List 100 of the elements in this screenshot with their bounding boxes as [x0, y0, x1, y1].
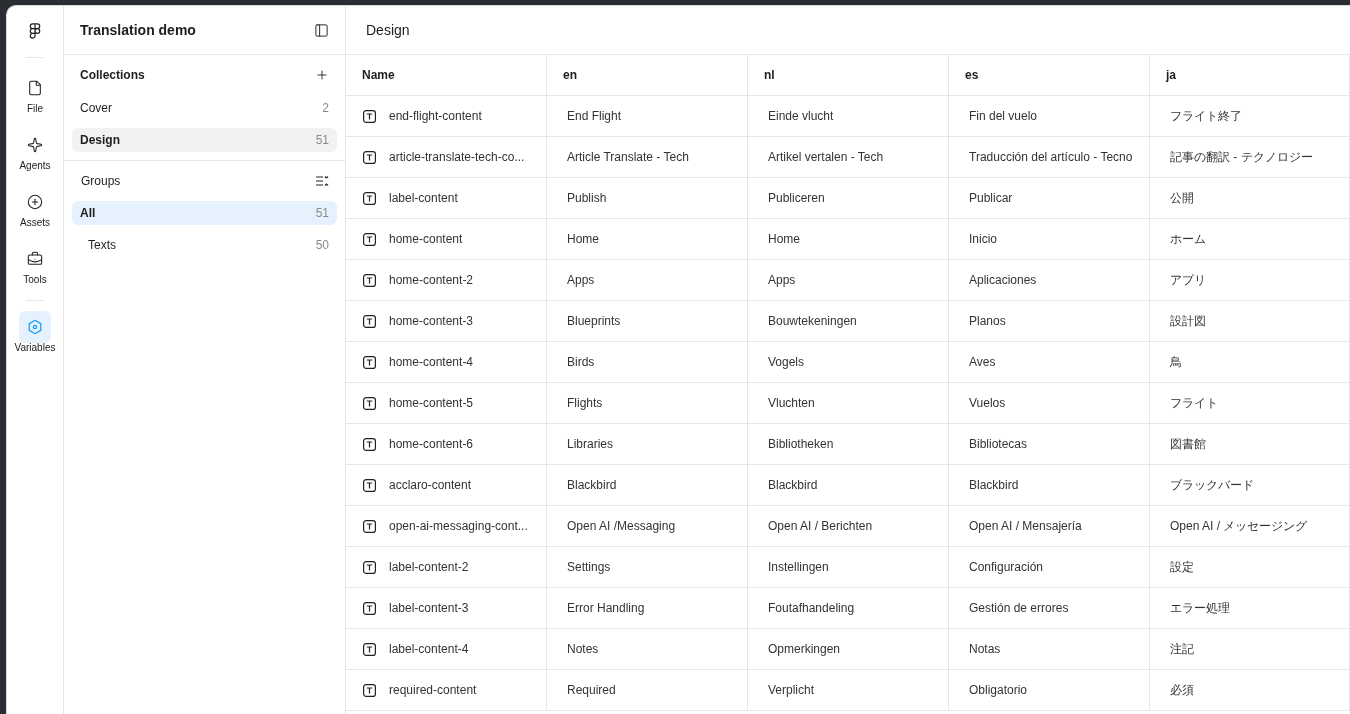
table-cell-text: エラー処理 [1170, 600, 1230, 617]
sidebar-toggle-icon[interactable] [314, 22, 329, 38]
table-cell-text: label-content-3 [389, 600, 469, 617]
rail-label: Variables [14, 341, 56, 355]
group-item[interactable]: Texts 50 [72, 233, 337, 257]
text-type-icon [363, 560, 376, 574]
table-cell-text: Apps [567, 272, 595, 289]
table-cell-text: Foutafhandeling [768, 600, 855, 617]
text-type-icon [363, 437, 376, 451]
table-cell-text: Publish [567, 190, 607, 207]
table-cell-text: 必須 [1170, 682, 1194, 699]
table-cell-text: home-content-3 [389, 313, 474, 330]
table-cell-text: end-flight-content [389, 108, 482, 125]
text-type-icon [363, 191, 376, 205]
table-cell-text: Aves [969, 354, 996, 371]
table-cell-text: label-content-4 [389, 641, 469, 658]
column-header: en [547, 55, 748, 96]
table-cell-text: Required [567, 682, 616, 699]
table-cell-text: Blackbird [567, 477, 617, 494]
rail-label: Tools [23, 273, 47, 287]
table-cell-text: 公開 [1170, 190, 1194, 207]
text-type-icon [363, 642, 376, 656]
table-cell-text: Opmerkingen [768, 641, 841, 658]
table-cell-text: Gestión de errores [969, 600, 1069, 617]
table-cell-text: acclaro-content [389, 477, 472, 494]
table-cell-text: label-content [389, 190, 458, 207]
table-cell-text: Home [768, 231, 800, 248]
table-cell-text: Publiceren [768, 190, 825, 207]
table-cell-text: Open AI /Messaging [567, 518, 676, 535]
table-cell-text: 注記 [1170, 641, 1194, 658]
collection-label: Cover [80, 100, 112, 117]
table-cell-text: Blackbird [969, 477, 1019, 494]
collection-item[interactable]: Cover 2 [72, 96, 337, 120]
table-cell-text: Bouwtekeningen [768, 313, 857, 330]
table-cell-text: home-content [389, 231, 463, 248]
table-cell-text: Vuelos [969, 395, 1006, 412]
collection-count: 2 [322, 100, 329, 117]
collection-label: Design [80, 132, 120, 149]
table-cell-text: Artikel vertalen - Tech [768, 149, 884, 166]
rail-label: File [26, 102, 44, 116]
file-title: Translation demo [80, 20, 196, 40]
table-cell-text: Bibliotheken [768, 436, 834, 453]
table-cell-text: home-content-6 [389, 436, 474, 453]
group-item[interactable]: All 51 [72, 201, 337, 225]
table-cell-text: Apps [768, 272, 796, 289]
table-cell-text: Inicio [969, 231, 997, 248]
collection-item[interactable]: Design 51 [72, 128, 337, 152]
group-label: Texts [88, 237, 116, 254]
table-cell-text: label-content-2 [389, 559, 469, 576]
text-type-icon [363, 519, 376, 533]
table-cell-text: Error Handling [567, 600, 645, 617]
table-cell-text: Blueprints [567, 313, 621, 330]
table-cell-text: home-content-2 [389, 272, 474, 289]
table-cell-text: フライト終了 [1170, 108, 1242, 125]
table-cell-text: Obligatorio [969, 682, 1028, 699]
rail-label: Agents [19, 159, 51, 173]
table-cell-text: Libraries [567, 436, 614, 453]
table-cell-text: 図書館 [1170, 436, 1206, 453]
table-cell-text: Birds [567, 354, 595, 371]
collection-title: Design [366, 20, 410, 40]
file-icon [27, 80, 43, 96]
group-count: 51 [315, 205, 329, 222]
column-header: nl [748, 55, 949, 96]
rail-label: Assets [20, 216, 50, 230]
collapse-list-icon[interactable] [315, 175, 329, 187]
table-cell-text: 鳥 [1170, 354, 1182, 371]
table-cell-text: Verplicht [768, 682, 815, 699]
table-cell-text: アプリ [1170, 272, 1206, 289]
text-type-icon [363, 273, 376, 287]
table-cell-text: Planos [969, 313, 1006, 330]
table-cell-text: 記事の翻訳 - テクノロジー [1170, 149, 1313, 166]
table-cell-text: open-ai-messaging-cont... [389, 518, 528, 535]
table-cell-text: Settings [567, 559, 611, 576]
add-icon[interactable] [315, 68, 329, 82]
text-type-icon [363, 683, 376, 697]
table-cell-text: ホーム [1170, 231, 1206, 248]
table-cell-text: 設定 [1170, 559, 1194, 576]
text-type-icon [363, 355, 376, 369]
toolbox-icon [27, 251, 43, 267]
table-cell-text: Aplicaciones [969, 272, 1037, 289]
text-type-icon [363, 150, 376, 164]
column-header: Name [346, 55, 547, 96]
sparkle-icon [27, 137, 43, 153]
group-count: 50 [315, 237, 329, 254]
table-cell-text: Notas [969, 641, 1001, 658]
text-type-icon [363, 314, 376, 328]
logo-icon[interactable] [29, 23, 41, 40]
table-cell-text: Flights [567, 395, 603, 412]
table-cell-text: 設計図 [1170, 313, 1206, 330]
plus-circle-icon [27, 194, 43, 210]
table-cell-text: home-content-4 [389, 354, 474, 371]
table-cell-text: article-translate-tech-co... [389, 149, 525, 166]
table-cell-text: Notes [567, 641, 599, 658]
hexagon-icon [27, 319, 43, 335]
table-cell-text: Open AI / メッセージング [1170, 518, 1308, 535]
column-header: es [949, 55, 1150, 96]
table-cell-text: フライト [1170, 395, 1218, 412]
table-cell-text: Fin del vuelo [969, 108, 1038, 125]
table-cell-text: Instellingen [768, 559, 829, 576]
table-cell-text: Publicar [969, 190, 1013, 207]
